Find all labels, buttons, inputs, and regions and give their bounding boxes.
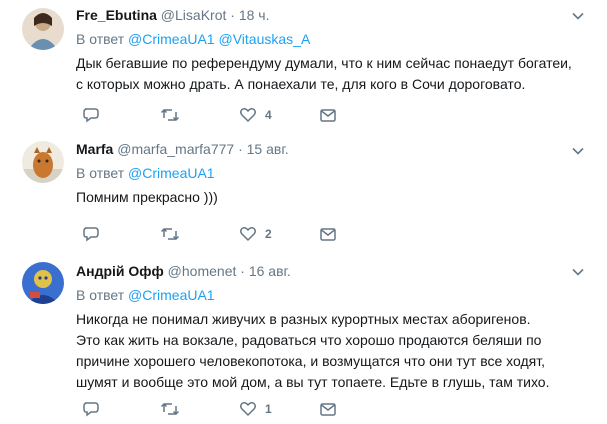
- reply-button[interactable]: [82, 106, 108, 124]
- retweet-button[interactable]: [160, 400, 188, 418]
- reply-icon: [82, 401, 100, 417]
- reply-icon: [82, 226, 100, 242]
- heart-icon: [239, 226, 257, 242]
- reply-prefix: В ответ: [76, 31, 125, 47]
- reply-prefix: В ответ: [76, 165, 125, 181]
- separator: ·: [230, 7, 235, 23]
- reply-context: В ответ @CrimeaUA1: [76, 164, 587, 182]
- mention-link[interactable]: @CrimeaUA1: [128, 31, 215, 47]
- separator: ·: [238, 141, 243, 157]
- author-name[interactable]: Marfa: [76, 141, 113, 157]
- tweet[interactable]: Marfa @marfa_marfa777 · 15 авг. В ответ …: [0, 131, 607, 245]
- like-button[interactable]: 2: [239, 225, 272, 243]
- like-count: 2: [265, 227, 272, 241]
- avatar[interactable]: [22, 8, 64, 50]
- separator: ·: [240, 263, 245, 279]
- mention-link[interactable]: @CrimeaUA1: [128, 165, 215, 181]
- timestamp[interactable]: 18 ч.: [239, 7, 270, 23]
- mention-link[interactable]: @CrimeaUA1: [128, 287, 215, 303]
- retweet-icon: [160, 107, 180, 123]
- heart-icon: [239, 107, 257, 123]
- heart-icon: [239, 401, 257, 417]
- chevron-down-icon[interactable]: [571, 265, 585, 279]
- reply-button[interactable]: [82, 400, 108, 418]
- chevron-down-icon[interactable]: [571, 9, 585, 23]
- author-handle[interactable]: @homenet: [168, 263, 237, 279]
- author-handle[interactable]: @LisaKrot: [161, 7, 227, 23]
- tweet[interactable]: Fre_Ebutina @LisaKrot · 18 ч. В ответ @C…: [0, 0, 607, 132]
- author-name[interactable]: Андрій Офф: [76, 263, 164, 279]
- mention-link[interactable]: @Vitauskas_A: [219, 31, 311, 47]
- retweet-button[interactable]: [160, 106, 188, 124]
- reply-prefix: В ответ: [76, 287, 125, 303]
- chevron-down-icon[interactable]: [571, 144, 585, 158]
- author-name[interactable]: Fre_Ebutina: [76, 7, 157, 23]
- message-button[interactable]: [319, 106, 337, 124]
- envelope-icon: [319, 401, 337, 417]
- avatar[interactable]: [22, 262, 64, 304]
- reply-context: В ответ @CrimeaUA1: [76, 286, 587, 304]
- reply-button[interactable]: [82, 225, 108, 243]
- like-button[interactable]: 1: [239, 400, 272, 418]
- retweet-button[interactable]: [160, 225, 188, 243]
- reply-icon: [82, 107, 100, 123]
- author-handle[interactable]: @marfa_marfa777: [117, 141, 234, 157]
- avatar[interactable]: [22, 141, 64, 183]
- like-count: 4: [265, 108, 272, 122]
- envelope-icon: [319, 226, 337, 242]
- like-count: 1: [265, 402, 272, 416]
- tweet[interactable]: Андрій Офф @homenet · 16 авг. В ответ @C…: [0, 244, 607, 424]
- timestamp[interactable]: 15 авг.: [247, 141, 289, 157]
- retweet-icon: [160, 226, 180, 242]
- tweet-text: Дык бегавшие по референдуму думали, что …: [76, 55, 572, 92]
- like-button[interactable]: 4: [239, 106, 272, 124]
- tweet-text: Никогда не понимал живучих в разных куро…: [76, 311, 550, 390]
- retweet-icon: [160, 401, 180, 417]
- envelope-icon: [319, 107, 337, 123]
- reply-context: В ответ @CrimeaUA1 @Vitauskas_A: [76, 30, 587, 48]
- timestamp[interactable]: 16 авг.: [249, 263, 291, 279]
- message-button[interactable]: [319, 400, 337, 418]
- message-button[interactable]: [319, 225, 337, 243]
- tweet-text: Помним прекрасно ))): [76, 189, 218, 205]
